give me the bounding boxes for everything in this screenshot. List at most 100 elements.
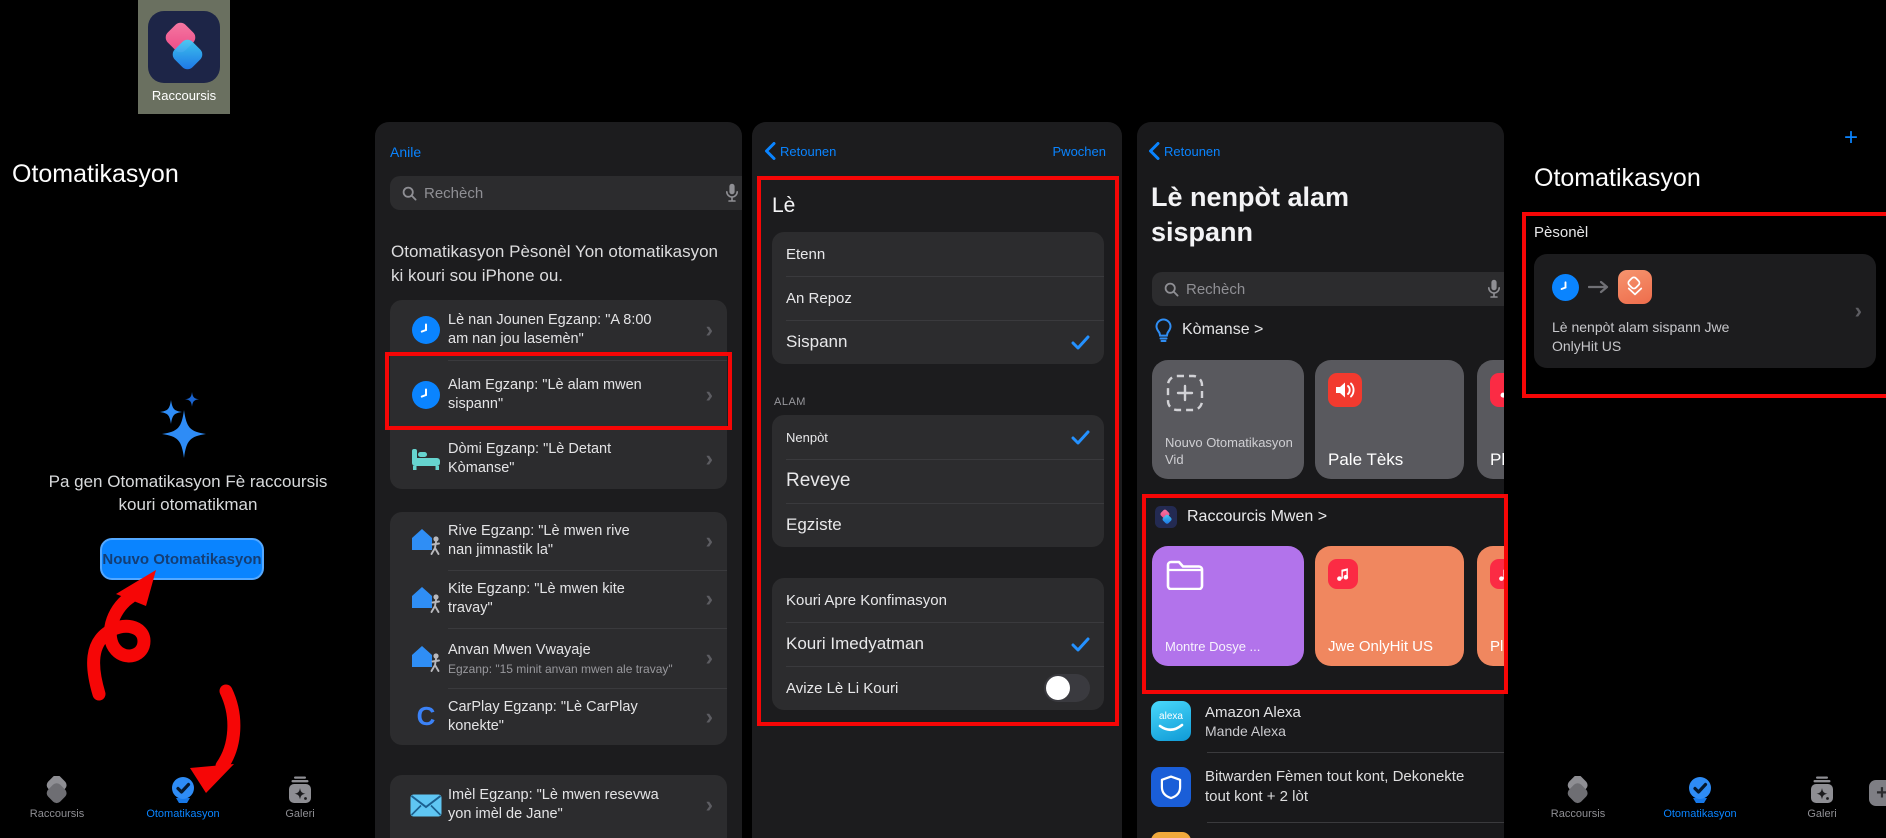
- list-item-label: Dòmi Egzanp: "Lè Detant Kòmanse": [448, 440, 653, 478]
- bitwarden-icon: [1151, 767, 1191, 807]
- panel-title: Lè nenpòt alam sispann: [1151, 180, 1366, 250]
- tab-otomatikasyon[interactable]: Otomatikasyon: [138, 776, 228, 820]
- gallery-icon: [1808, 776, 1836, 804]
- arrive-icon: [409, 526, 443, 556]
- chevron-right-icon: ›: [706, 794, 713, 816]
- actions-panel: Retounen Lè nenpòt alam sispann Rechèch: [1137, 122, 1504, 838]
- annotation-box-personal: [1522, 212, 1886, 398]
- sparkles-icon: [148, 392, 228, 470]
- tile-pale-teks[interactable]: Pale Tèks: [1315, 360, 1464, 479]
- list-item-label: Lè nan Jounen Egzanp: "A 8:00 am nan jou…: [448, 311, 653, 349]
- section-intro: Otomatikasyon Pèsonèl Yon otomatikasyon …: [391, 240, 726, 288]
- app-action: Mande Alexa: [1205, 723, 1301, 739]
- list-item[interactable]: Kite Egzanp: "Lè mwen kite travay" ›: [390, 570, 727, 628]
- list-item-label: Rive Egzanp: "Lè mwen rive nan jimnastik…: [448, 522, 653, 560]
- screenshot-canvas: Raccoursis Otomatikasyon Pa gen Otomatik…: [0, 0, 1886, 838]
- next-button[interactable]: Pwochen: [1053, 144, 1106, 159]
- chevron-right-icon: ›: [706, 588, 713, 610]
- chevron-left-icon: [764, 142, 776, 160]
- search-input[interactable]: Rechèch: [390, 176, 742, 210]
- list-item-subtitle: Egzanp: "15 minit anvan mwen ale travay": [448, 662, 678, 676]
- tile-label: Nouvo Otomatikasyon Vid: [1165, 434, 1296, 468]
- tile-label: Pl: [1490, 451, 1504, 468]
- tile-clipped[interactable]: Pl: [1477, 360, 1504, 479]
- search-input[interactable]: Rechèch: [1152, 272, 1504, 306]
- list-item[interactable]: Lè nan Jounen Egzanp: "A 8:00 am nan jou…: [390, 300, 727, 360]
- tab-label: Otomatikasyon: [146, 808, 219, 820]
- chevron-right-icon: ›: [706, 319, 713, 341]
- tab-raccoursis[interactable]: Raccoursis: [12, 776, 102, 820]
- back-label: Retounen: [1164, 144, 1220, 159]
- travel-icon: [409, 643, 443, 673]
- list-item-title: Anvan Mwen Vwayaje: [448, 641, 688, 660]
- annotation-box-alam-row: [385, 352, 732, 430]
- list-item[interactable]: Anvan Mwen Vwayaje Egzanp: "15 minit anv…: [390, 628, 727, 688]
- tab-raccoursis[interactable]: Raccoursis: [1533, 776, 1623, 820]
- app-row-podcast[interactable]: Podkas: [1137, 822, 1504, 838]
- carplay-icon: C: [404, 701, 448, 732]
- podcast-icon: [1151, 832, 1191, 838]
- tab-label: Galeri: [1807, 808, 1836, 820]
- annotation-box-my-shortcuts: [1142, 494, 1508, 694]
- bulb-icon: [1155, 318, 1172, 342]
- leave-icon: [409, 584, 443, 614]
- list-item-label: Imèl Egzanp: "Lè mwen resevwa yon imèl d…: [448, 786, 663, 824]
- mail-icon: [410, 794, 442, 817]
- tile-new-blank-automation[interactable]: Nouvo Otomatikasyon Vid: [1152, 360, 1304, 479]
- list-item-label: Kite Egzanp: "Lè mwen kite travay": [448, 580, 653, 618]
- add-automation-button[interactable]: +: [1844, 124, 1858, 152]
- tab-galeri[interactable]: Galeri: [255, 776, 345, 820]
- empty-state-message: Pa gen Otomatikasyon Fè raccoursis kouri…: [28, 470, 348, 516]
- tab-label: Raccoursis: [30, 808, 84, 820]
- chevron-left-icon: [1148, 142, 1160, 160]
- cancel-button[interactable]: Anile: [390, 144, 421, 160]
- app-row-bitwarden[interactable]: Bitwarden Fèmen tout kont, Dekonekte tou…: [1137, 752, 1504, 822]
- tab-label: Otomatikasyon: [1663, 808, 1736, 820]
- app-row-alexa[interactable]: alexa Amazon Alexa Mande Alexa: [1137, 690, 1504, 752]
- search-icon: [402, 186, 417, 201]
- chevron-right-icon: ›: [706, 706, 713, 728]
- suggestions-label: Kòmanse >: [1182, 321, 1263, 339]
- suggestions-header[interactable]: Kòmanse >: [1155, 318, 1263, 342]
- speak-text-icon: [1328, 373, 1362, 407]
- page-title: Otomatikasyon: [12, 160, 179, 189]
- back-button[interactable]: Retounen: [1148, 142, 1220, 160]
- alexa-icon: alexa: [1151, 701, 1191, 741]
- shortcuts-layers-icon: [42, 776, 72, 804]
- automation-check-icon: [169, 776, 197, 804]
- search-placeholder: Rechèch: [424, 185, 483, 202]
- chevron-right-icon: ›: [706, 647, 713, 669]
- examples-panel: Anile Rechèch Otomatikasyon Pèsonèl Yon …: [375, 122, 742, 838]
- svg-text:alexa: alexa: [1159, 711, 1183, 722]
- chevron-right-icon: ›: [706, 530, 713, 552]
- mic-icon[interactable]: [1487, 279, 1501, 299]
- app-name: Amazon Alexa: [1205, 704, 1301, 721]
- shortcuts-layers-icon: [1563, 776, 1593, 804]
- search-placeholder: Rechèch: [1186, 281, 1245, 298]
- tab-label: Galeri: [285, 808, 314, 820]
- annotation-box-trigger-options: [757, 176, 1119, 726]
- tab-otomatikasyon[interactable]: Otomatikasyon: [1655, 776, 1745, 820]
- chevron-right-icon: ›: [706, 448, 713, 470]
- list-item[interactable]: Rive Egzanp: "Lè mwen rive nan jimnastik…: [390, 512, 727, 570]
- example-group-3: Imèl Egzanp: "Lè mwen resevwa yon imèl d…: [390, 775, 727, 838]
- gallery-icon: [286, 776, 314, 804]
- search-icon: [1164, 282, 1179, 297]
- list-item[interactable]: Dòmi Egzanp: "Lè Detant Kòmanse" ›: [390, 429, 727, 489]
- tile-label: Pale Tèks: [1328, 451, 1456, 468]
- music-icon: [1490, 373, 1504, 407]
- mic-icon[interactable]: [725, 183, 739, 203]
- app-icon-label: Raccoursis: [138, 88, 230, 103]
- clipped-add-tab-icon[interactable]: +: [1869, 780, 1886, 806]
- automation-check-icon: [1686, 776, 1714, 804]
- list-item[interactable]: C CarPlay Egzanp: "Lè CarPlay konekte" ›: [390, 688, 727, 745]
- new-automation-button[interactable]: Nouvo Otomatikasyon: [100, 538, 264, 580]
- desktop-app-tile[interactable]: Raccoursis: [138, 0, 230, 114]
- list-item[interactable]: Imèl Egzanp: "Lè mwen resevwa yon imèl d…: [390, 775, 727, 835]
- example-group-2: Rive Egzanp: "Lè mwen rive nan jimnastik…: [390, 512, 727, 745]
- tab-galeri[interactable]: Galeri: [1777, 776, 1867, 820]
- back-button[interactable]: Retounen: [764, 142, 836, 160]
- tab-label: Raccoursis: [1551, 808, 1605, 820]
- app-action: Bitwarden Fèmen tout kont, Dekonekte tou…: [1205, 767, 1485, 807]
- shortcuts-app-icon: [148, 11, 220, 83]
